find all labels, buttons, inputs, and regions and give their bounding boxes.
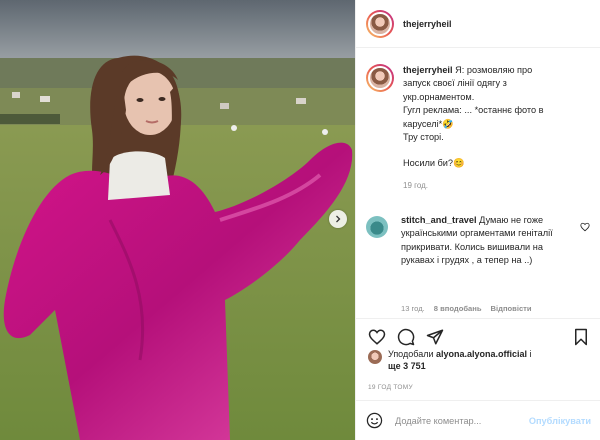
add-comment-bar: Опублікувати <box>356 400 600 440</box>
comment-body: stitch_and_travel Думаю не гоже українсь… <box>401 214 573 268</box>
post-timeago[interactable]: 19 ГОД ТОМУ <box>368 384 413 391</box>
comment-input[interactable] <box>395 415 525 426</box>
carousel-next-button[interactable] <box>329 210 347 228</box>
like-heart-icon[interactable] <box>368 328 386 346</box>
caption-line: каруселі*🤣 <box>403 118 454 129</box>
likes-connector: і <box>529 349 532 359</box>
author-avatar[interactable] <box>366 9 394 38</box>
caption-line: укр.орнаментом. <box>403 91 475 102</box>
comment-avatar[interactable] <box>366 216 388 238</box>
post-caption: thejerryheil Я: розмовляю про запуск сво… <box>366 64 594 192</box>
likes-prefix: Уподобали <box>388 349 434 359</box>
chevron-right-icon <box>336 215 341 223</box>
comment-username[interactable]: stitch_and_travel <box>401 215 477 225</box>
comment-reply-button[interactable]: Відповісти <box>491 304 532 313</box>
caption-username[interactable]: thejerryheil <box>403 65 453 75</box>
liker-avatar[interactable] <box>368 350 382 364</box>
likes-summary: Уподобали alyona.alyona.official і ще 3 … <box>368 348 593 372</box>
liker-username[interactable]: alyona.alyona.official <box>436 349 527 359</box>
publish-button[interactable]: Опублікувати <box>529 416 591 426</box>
caption-line: запуск своєї лінії одягу з <box>403 78 507 89</box>
caption-time[interactable]: 19 год. <box>403 179 593 192</box>
post-photo <box>0 0 355 440</box>
caption-avatar[interactable] <box>366 64 394 92</box>
caption-line: Носили би?😊 <box>403 158 465 169</box>
comment-item: stitch_and_travel Думаю не гоже українсь… <box>366 214 596 313</box>
post-header: thejerryheil <box>356 0 600 48</box>
caption-line: Гугл реклама: ... *останнє фото в <box>403 105 544 116</box>
likes-count[interactable]: ще 3 751 <box>388 361 426 371</box>
comment-icon[interactable] <box>397 328 415 346</box>
post-panel: thejerryheil thejerryheil Я: розмовляю п… <box>355 0 600 440</box>
comment-meta: 13 год. 8 вподобань Відповісти <box>401 304 532 313</box>
comment-likes[interactable]: 8 вподобань <box>434 304 482 313</box>
caption-body: thejerryheil Я: розмовляю про запуск сво… <box>403 64 593 192</box>
photo-image <box>0 0 355 440</box>
emoji-icon[interactable] <box>366 412 383 429</box>
author-username[interactable]: thejerryheil <box>403 19 452 29</box>
comment-like-heart-icon[interactable] <box>580 222 590 232</box>
bookmark-save-icon[interactable] <box>573 328 589 346</box>
share-send-icon[interactable] <box>426 328 444 346</box>
caption-line: Я: розмовляю про <box>455 65 533 75</box>
comment-time[interactable]: 13 год. <box>401 304 425 313</box>
caption-line: Тру сторі. <box>403 132 444 143</box>
